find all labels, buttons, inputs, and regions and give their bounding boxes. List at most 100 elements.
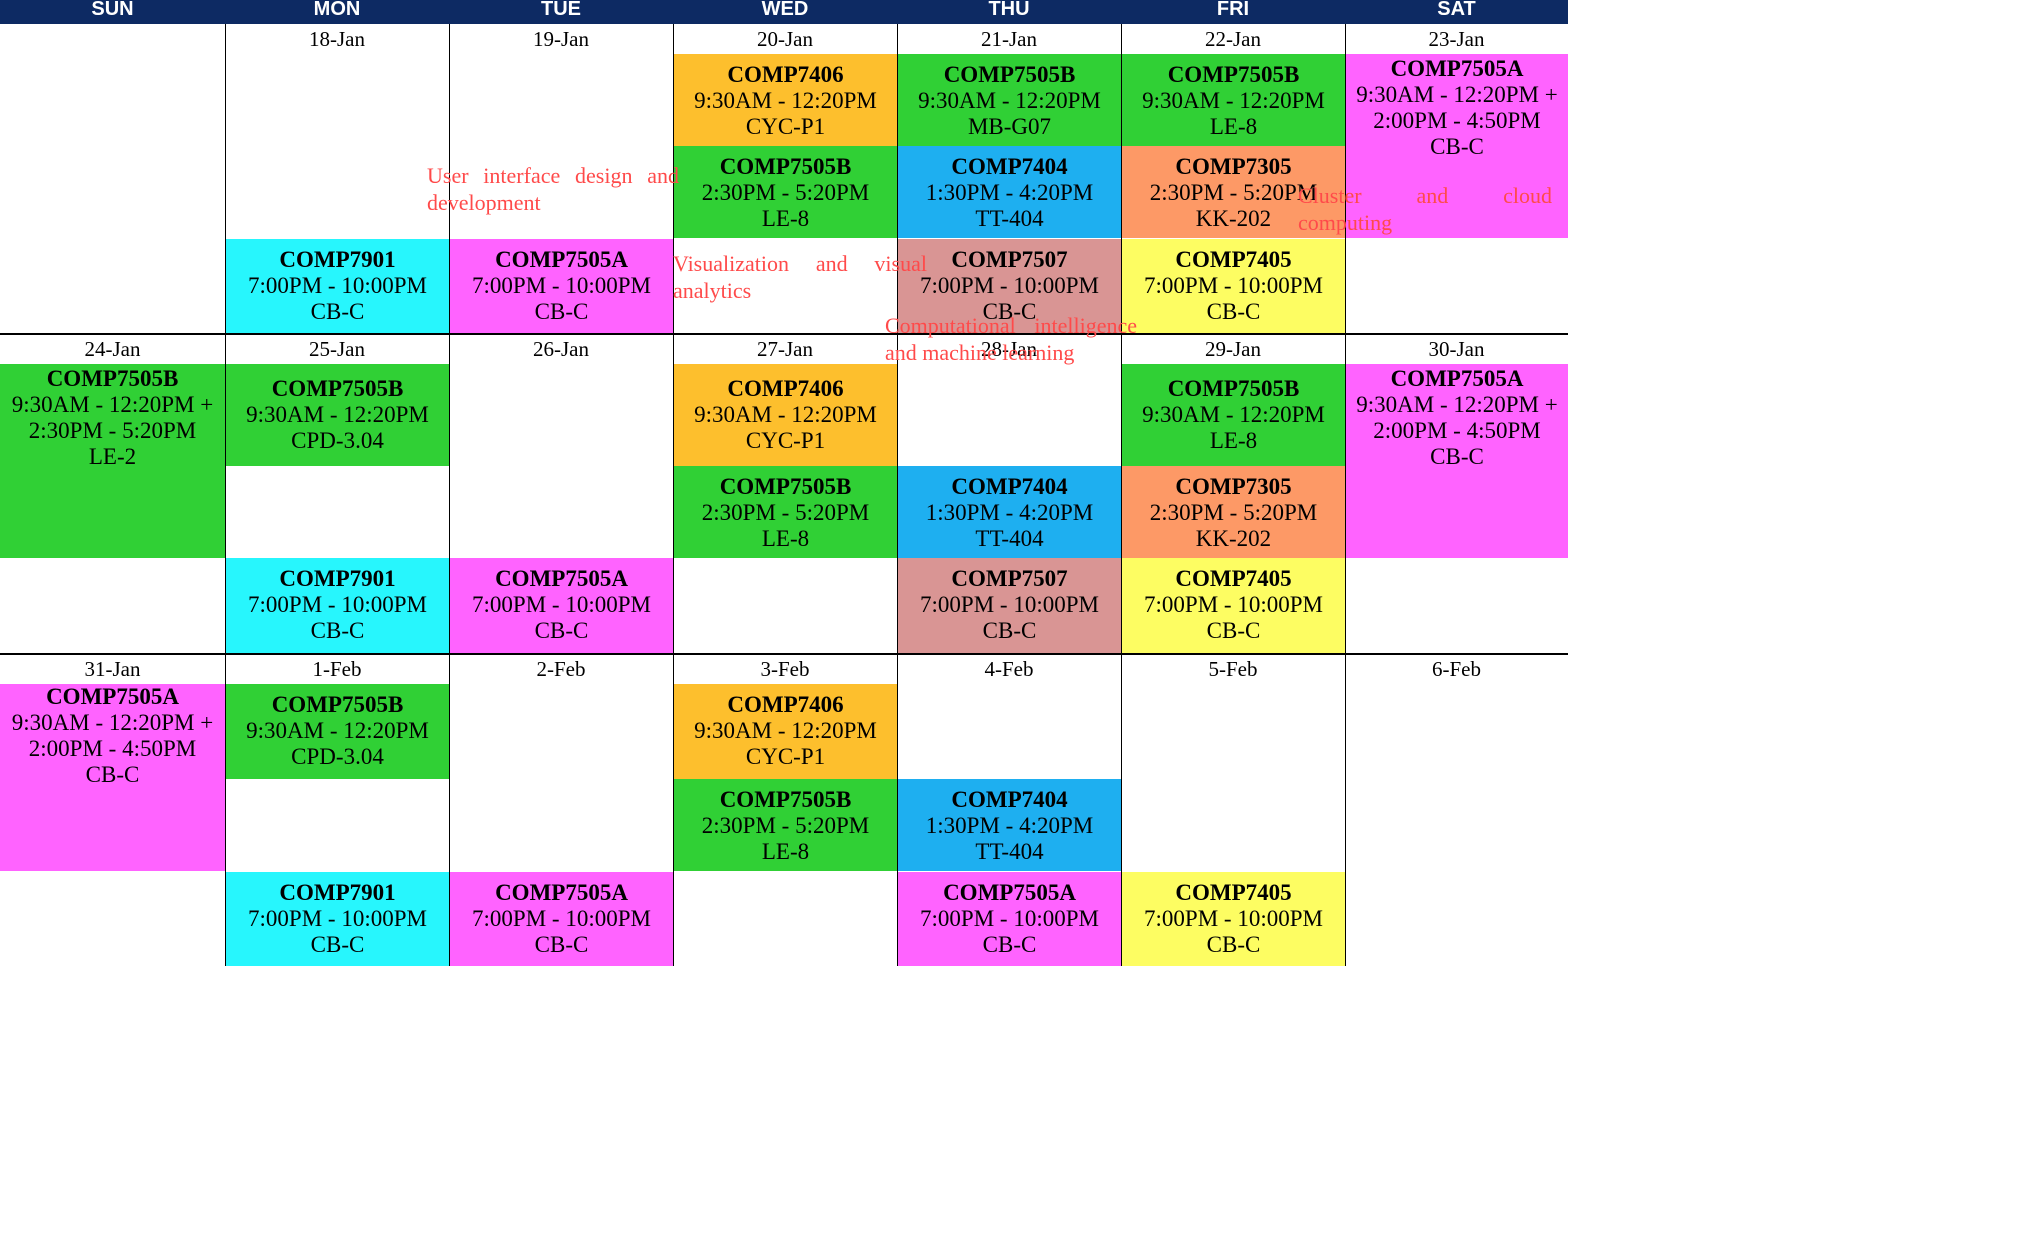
event-time: 7:00PM - 10:00PM (472, 273, 651, 298)
event-room: LE-8 (761, 526, 810, 551)
event-code: COMP7404 (951, 154, 1068, 179)
event-block[interactable]: COMP7505A 9:30AM - 12:20PM + 2:00PM - 4:… (1346, 364, 1568, 558)
date-label: 26-Jan (533, 337, 589, 361)
annotation-note: User interface design and development (427, 163, 679, 215)
event-room: CB-C (982, 932, 1037, 957)
event-room: CB-C (982, 618, 1037, 643)
event-time: 9:30AM - 12:20PM (918, 88, 1101, 113)
date-label: 24-Jan (84, 337, 141, 361)
event-block[interactable]: COMP7406 9:30AM - 12:20PM CYC-P1 (674, 684, 897, 779)
date-label: 3-Feb (760, 657, 810, 681)
event-block[interactable]: COMP7505A 7:00PM - 10:00PM CB-C (898, 872, 1121, 966)
date-label (0, 25, 225, 53)
event-room: TT-404 (975, 206, 1044, 231)
event-block[interactable]: COMP7406 9:30AM - 12:20PM CYC-P1 (674, 54, 897, 146)
event-room: KK-202 (1195, 526, 1272, 551)
event-code: COMP7505B (943, 62, 1076, 87)
event-room: CYC-P1 (745, 114, 826, 139)
event-time: 7:00PM - 10:00PM (248, 273, 427, 298)
event-block[interactable]: COMP7505B 2:30PM - 5:20PM LE-8 (674, 779, 897, 871)
annotation-note: Cluster and cloud computing (1298, 183, 1552, 235)
date-label: 25-Jan (309, 337, 365, 361)
event-code: COMP7406 (727, 692, 844, 717)
week-divider (0, 653, 1568, 655)
date-label: 19-Jan (533, 27, 589, 51)
event-time: 9:30AM - 12:20PM (694, 88, 877, 113)
day-header-thu: THU (897, 0, 1121, 24)
event-code: COMP7406 (727, 62, 844, 87)
event-block[interactable]: COMP7404 1:30PM - 4:20PM TT-404 (898, 146, 1121, 238)
week-divider (0, 333, 1568, 335)
event-block[interactable]: COMP7505A 7:00PM - 10:00PM CB-C (450, 558, 673, 653)
event-room: LE-8 (761, 839, 810, 864)
date-label: 22-Jan (1205, 27, 1261, 51)
event-block[interactable]: COMP7405 7:00PM - 10:00PM CB-C (1122, 872, 1345, 966)
event-room: TT-404 (975, 839, 1044, 864)
event-time: 9:30AM - 12:20PM + (11, 710, 214, 735)
event-time: 7:00PM - 10:00PM (920, 592, 1099, 617)
day-header-sat: SAT (1345, 0, 1568, 24)
date-label: 21-Jan (981, 27, 1037, 51)
event-block[interactable]: COMP7901 7:00PM - 10:00PM CB-C (226, 558, 449, 653)
event-room: LE-8 (1209, 114, 1258, 139)
event-code: COMP7505A (46, 684, 179, 709)
day-header-mon: MON (225, 0, 449, 24)
event-time: 2:00PM - 4:50PM (1373, 418, 1541, 443)
event-code: COMP7901 (279, 880, 396, 905)
event-code: COMP7406 (727, 376, 844, 401)
event-time: 2:00PM - 4:50PM (1373, 108, 1541, 133)
event-block[interactable]: COMP7901 7:00PM - 10:00PM CB-C (226, 239, 449, 333)
event-room: CYC-P1 (745, 744, 826, 769)
event-room: CB-C (1430, 444, 1484, 469)
event-block[interactable]: COMP7404 1:30PM - 4:20PM TT-404 (898, 466, 1121, 558)
event-time: 2:30PM - 5:20PM (701, 500, 870, 525)
event-room: CPD-3.04 (291, 744, 384, 769)
day-header-fri: FRI (1121, 0, 1345, 24)
date-label: 30-Jan (1428, 337, 1485, 361)
event-block[interactable]: COMP7901 7:00PM - 10:00PM CB-C (226, 872, 449, 966)
event-time: 1:30PM - 4:20PM (925, 180, 1094, 205)
event-time: 7:00PM - 10:00PM (1144, 906, 1323, 931)
event-time: 7:00PM - 10:00PM (248, 592, 427, 617)
event-time: 9:30AM - 12:20PM (1142, 402, 1325, 427)
event-room: CB-C (534, 299, 589, 324)
event-block[interactable]: COMP7505A 7:00PM - 10:00PM CB-C (450, 239, 673, 333)
event-time: 7:00PM - 10:00PM (920, 273, 1099, 298)
event-code: COMP7505B (1167, 376, 1300, 401)
event-code: COMP7505B (1167, 62, 1300, 87)
event-code: COMP7505B (719, 474, 852, 499)
event-room: CYC-P1 (745, 428, 826, 453)
event-block[interactable]: COMP7505B 9:30AM - 12:20PM CPD-3.04 (226, 684, 449, 779)
event-room: CB-C (310, 299, 365, 324)
event-block[interactable]: COMP7505B 9:30AM - 12:20PM LE-8 (1122, 364, 1345, 466)
event-block[interactable]: COMP7505B 2:30PM - 5:20PM LE-8 (674, 146, 897, 238)
event-block[interactable]: COMP7505B 9:30AM - 12:20PM CPD-3.04 (226, 364, 449, 466)
date-label: 20-Jan (757, 27, 813, 51)
event-block[interactable]: COMP7505B 2:30PM - 5:20PM LE-8 (674, 466, 897, 558)
event-code: COMP7505B (271, 692, 404, 717)
event-block[interactable]: COMP7305 2:30PM - 5:20PM KK-202 (1122, 466, 1345, 558)
event-block[interactable]: COMP7405 7:00PM - 10:00PM CB-C (1122, 558, 1345, 653)
grid-line (1121, 24, 1122, 966)
event-room: CB-C (1430, 134, 1484, 159)
event-code: COMP7505B (719, 787, 852, 812)
event-time: 7:00PM - 10:00PM (920, 906, 1099, 931)
day-header-tue: TUE (449, 0, 673, 24)
event-block[interactable]: COMP7505A 9:30AM - 12:20PM + 2:00PM - 4:… (0, 684, 225, 871)
event-time: 2:30PM - 5:20PM (28, 418, 197, 443)
event-block[interactable]: COMP7505B 9:30AM - 12:20PM LE-8 (1122, 54, 1345, 146)
event-room: CB-C (1206, 618, 1261, 643)
event-block[interactable]: COMP7406 9:30AM - 12:20PM CYC-P1 (674, 364, 897, 466)
event-code: COMP7405 (1175, 880, 1292, 905)
event-time: 1:30PM - 4:20PM (925, 500, 1094, 525)
event-block[interactable]: COMP7505B 9:30AM - 12:20PM MB-G07 (898, 54, 1121, 146)
event-block[interactable]: COMP7505B 9:30AM - 12:20PM + 2:30PM - 5:… (0, 364, 225, 558)
event-block[interactable]: COMP7405 7:00PM - 10:00PM CB-C (1122, 239, 1345, 333)
event-room: CPD-3.04 (291, 428, 384, 453)
event-code: COMP7505A (495, 880, 628, 905)
event-room: LE-8 (761, 206, 810, 231)
event-block[interactable]: COMP7505A 7:00PM - 10:00PM CB-C (450, 872, 673, 966)
event-block[interactable]: COMP7404 1:30PM - 4:20PM TT-404 (898, 779, 1121, 871)
event-time: 7:00PM - 10:00PM (1144, 273, 1323, 298)
event-block[interactable]: COMP7507 7:00PM - 10:00PM CB-C (898, 558, 1121, 653)
